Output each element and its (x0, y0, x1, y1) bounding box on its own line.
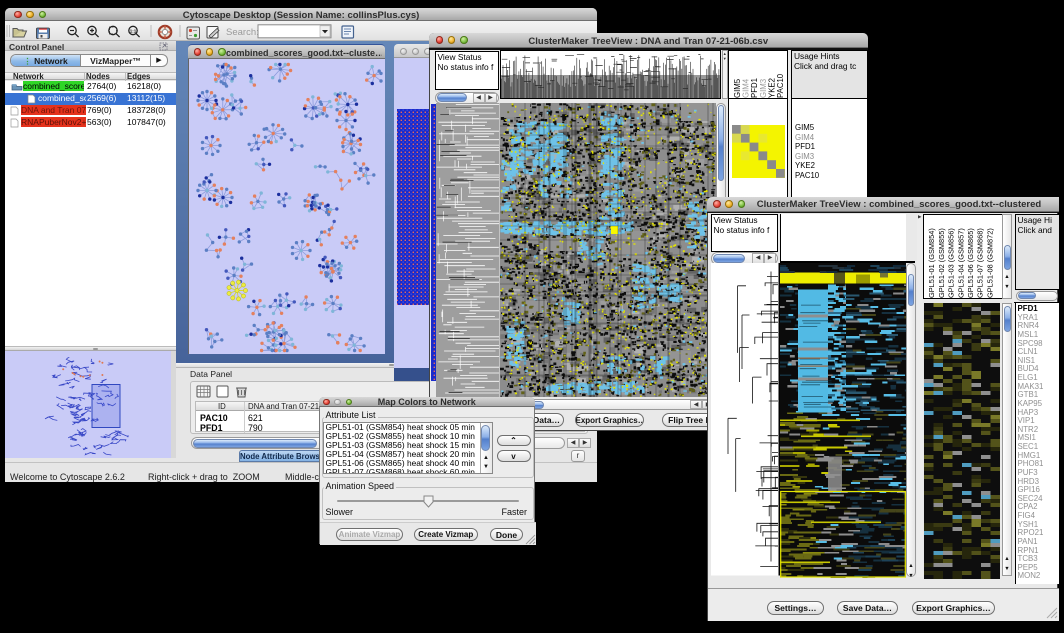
svg-text:GPL51-07 (GSM868): GPL51-07 (GSM868) (976, 228, 985, 298)
svg-text:GPL51-08 (GSM872): GPL51-08 (GSM872) (985, 228, 994, 298)
svg-text:GPL51-06 (GSM865): GPL51-06 (GSM865) (966, 228, 975, 298)
svg-text:GPL51-01 (GSM854): GPL51-01 (GSM854) (927, 228, 936, 298)
svg-text:1:1: 1:1 (130, 29, 137, 34)
svg-text:Search:: Search: (226, 27, 259, 38)
svg-text:GPL51-02 (GSM855): GPL51-02 (GSM855) (937, 228, 946, 298)
svg-text:PAC10: PAC10 (776, 73, 785, 98)
svg-text:GPL51-04 (GSM857): GPL51-04 (GSM857) (956, 228, 965, 298)
svg-text:GPL51-03 (GSM856): GPL51-03 (GSM856) (947, 228, 956, 298)
